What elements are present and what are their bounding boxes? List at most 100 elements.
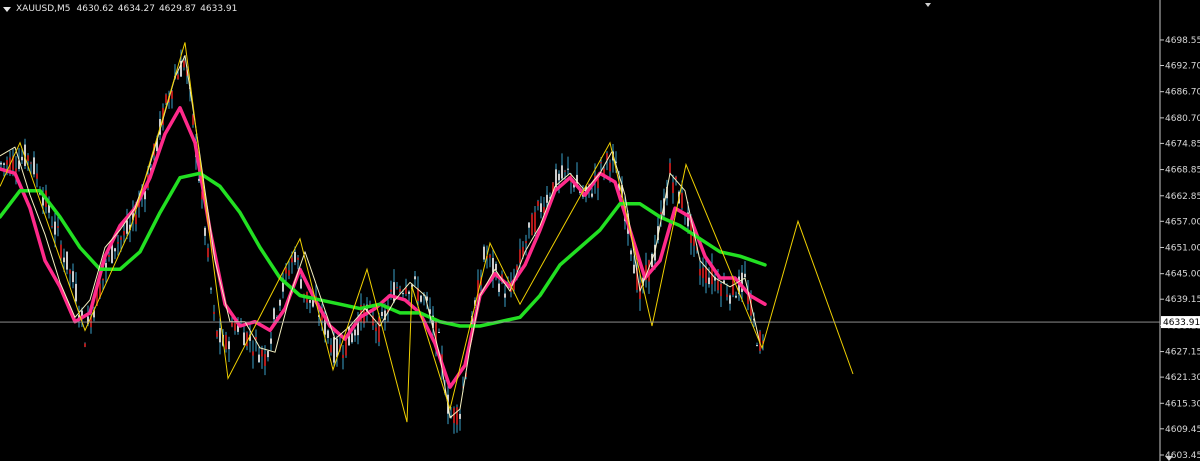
candle-body	[30, 162, 32, 164]
candle-body	[183, 60, 185, 68]
candle-body	[84, 343, 86, 347]
candle-body	[483, 246, 485, 260]
candle-body	[600, 162, 602, 164]
candle-body	[54, 221, 56, 235]
chart-area[interactable]: 4698.55 4692.70 4686.70 4680.70 4674.85 4668.…	[0, 0, 1200, 461]
price-tick-label: 4674.85	[1165, 139, 1200, 149]
candle-body	[291, 257, 293, 263]
candle-body	[102, 278, 104, 281]
candle-body	[591, 193, 593, 197]
candle-body	[717, 280, 719, 291]
candle-body	[267, 351, 269, 358]
candle-body	[300, 279, 302, 289]
candle-body	[729, 295, 731, 304]
candle-body	[558, 173, 560, 181]
candle-body	[135, 214, 137, 225]
candle-body	[0, 162, 2, 165]
candle-body	[336, 338, 338, 358]
candle-body	[681, 192, 683, 208]
candle-body	[402, 293, 404, 295]
current-price-label: 4633.91	[1163, 318, 1200, 328]
candle-body	[705, 266, 707, 284]
candle-body	[354, 329, 356, 336]
candle-body	[297, 257, 299, 260]
candle-body	[6, 160, 8, 165]
candle-body	[273, 308, 275, 320]
candle-body	[708, 277, 710, 285]
candle-body	[660, 212, 662, 215]
price-tick-label: 4668.85	[1165, 166, 1200, 176]
candle-body	[459, 413, 461, 419]
candle-body	[66, 251, 68, 270]
candle-body	[516, 265, 518, 271]
candle-body	[720, 283, 722, 297]
candle-body	[609, 162, 611, 172]
price-tick-label: 4627.15	[1165, 348, 1200, 358]
price-tick-label: 4645.00	[1165, 270, 1200, 280]
symbol-label: XAUUSD,M5	[16, 4, 71, 14]
candle-body	[438, 331, 440, 333]
price-chart[interactable]: 4698.55 4692.70 4686.70 4680.70 4674.85 4668.…	[0, 0, 1200, 461]
open-value: 4630.62	[76, 4, 114, 14]
candle-body	[63, 257, 65, 263]
candle-body	[399, 288, 401, 292]
candle-body	[225, 335, 227, 350]
candle-body	[561, 165, 563, 179]
candle-body	[207, 248, 209, 258]
candle-body	[252, 351, 254, 356]
candle-body	[69, 269, 71, 274]
candle-body	[537, 201, 539, 207]
candle-body	[123, 231, 125, 236]
candle-body	[456, 407, 458, 425]
candle-body	[51, 226, 53, 228]
candle-body	[288, 270, 290, 276]
candle-body	[204, 227, 206, 236]
candle-body	[633, 264, 635, 274]
candle-body	[294, 251, 296, 263]
candle-body	[120, 237, 122, 240]
candle-body	[393, 282, 395, 302]
candle-body	[165, 94, 167, 103]
candle-body	[489, 255, 491, 258]
low-value: 4629.87	[158, 4, 197, 14]
candle-body	[519, 249, 521, 264]
candle-body	[57, 226, 59, 228]
candle-body	[108, 254, 110, 257]
candle-body	[669, 163, 671, 175]
candle-body	[114, 248, 116, 252]
price-tick-label: 4621.30	[1165, 373, 1200, 383]
price-tick-label: 4680.70	[1165, 114, 1200, 124]
candle-body	[405, 287, 407, 294]
high-value: 4634.27	[117, 4, 155, 14]
candle-body	[453, 408, 455, 424]
candle-body	[33, 157, 35, 175]
candle-body	[234, 322, 236, 331]
price-tick-label: 4686.70	[1165, 88, 1200, 98]
candle-body	[702, 267, 704, 278]
candle-body	[333, 337, 335, 363]
candle-body	[546, 194, 548, 203]
candle-body	[309, 300, 311, 303]
candle-body	[327, 330, 329, 338]
candle-body	[270, 338, 272, 344]
candle-body	[528, 222, 530, 228]
candle-body	[258, 354, 260, 363]
candle-body	[246, 332, 248, 347]
candle-body	[264, 354, 266, 366]
candle-body	[228, 341, 230, 350]
candle-body	[279, 299, 281, 306]
candle-body	[567, 168, 569, 170]
candle-body	[285, 267, 287, 274]
candle-body	[216, 331, 218, 337]
candle-body	[345, 338, 347, 356]
price-tick-label: 4657.00	[1165, 217, 1200, 227]
dropdown-triangle-icon[interactable]	[3, 6, 11, 12]
candle-body	[540, 203, 542, 212]
candle-body	[342, 354, 344, 358]
candle-body	[396, 286, 398, 288]
candle-body	[3, 163, 5, 165]
price-tick-label: 4639.15	[1165, 295, 1200, 305]
candle-body	[420, 295, 422, 302]
close-value: 4633.91	[200, 4, 238, 14]
candle-body	[408, 291, 410, 294]
